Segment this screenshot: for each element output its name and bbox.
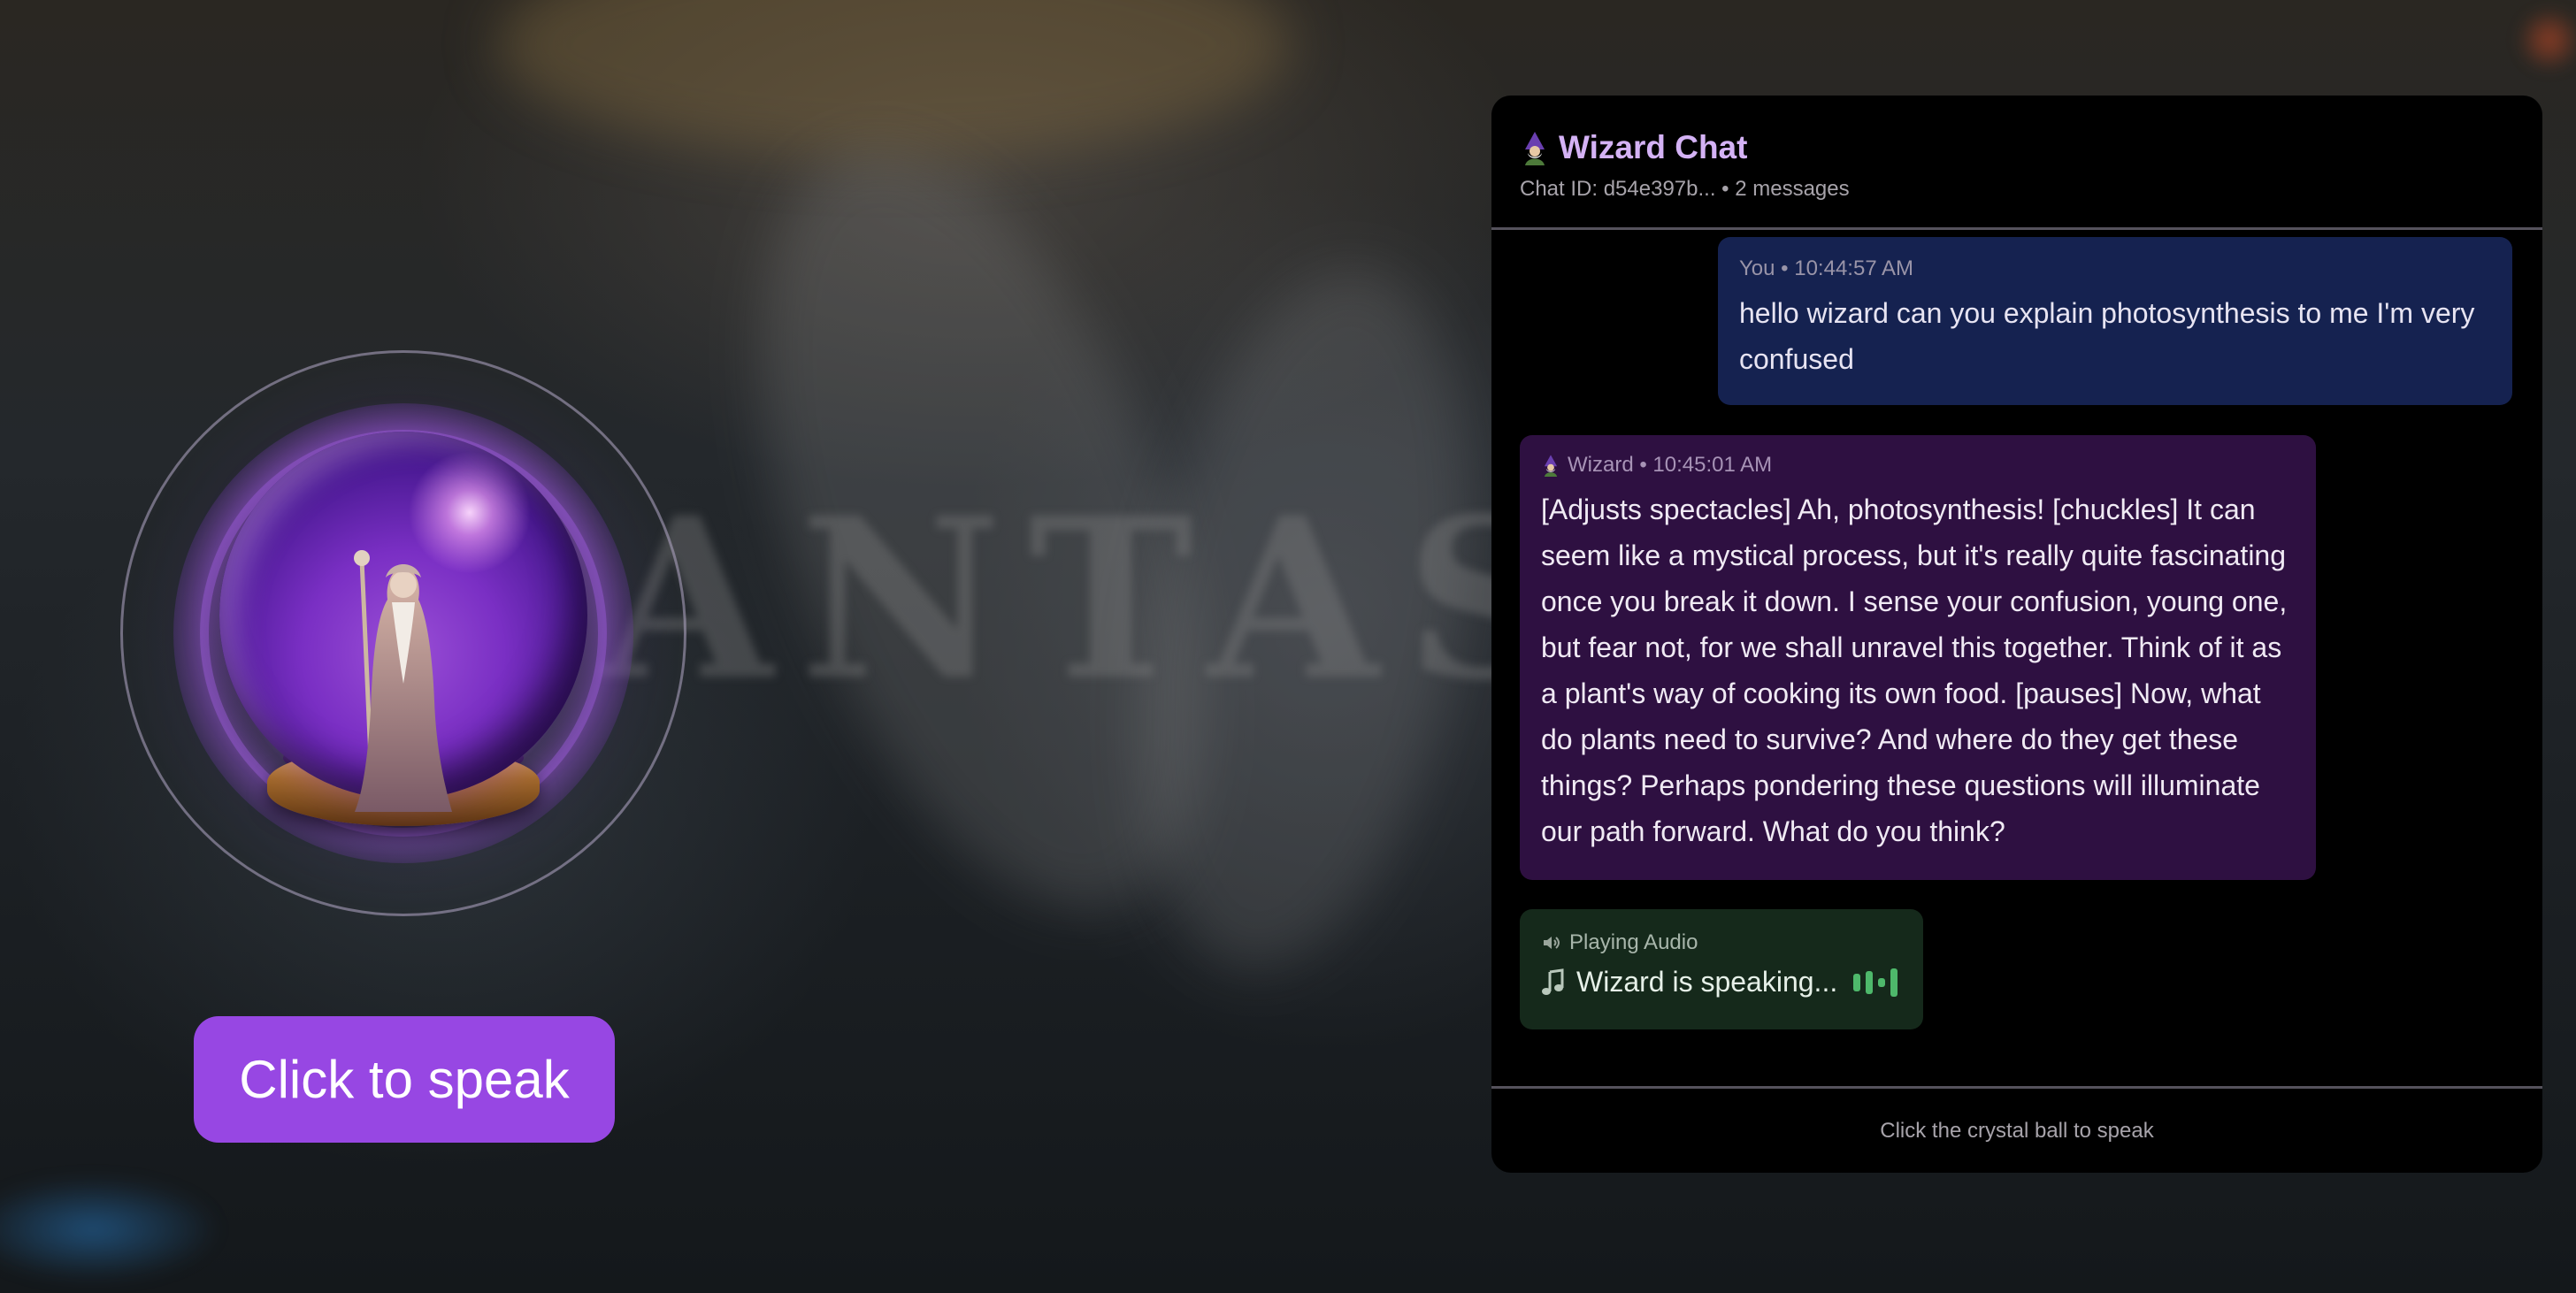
message-sender-time: You • 10:44:57 AM — [1739, 256, 1914, 280]
orb-globe — [219, 432, 587, 812]
wizard-icon — [1544, 455, 1558, 477]
audio-status-label: Playing Audio — [1569, 930, 1698, 954]
music-note-icon — [1542, 968, 1564, 995]
chat-title: Wizard Chat — [1559, 129, 1748, 165]
audio-status-line: Wizard is speaking... — [1541, 966, 1902, 998]
wizard-icon — [1525, 132, 1545, 165]
audio-status: Playing Audio Wizard is speaking... — [1520, 909, 1923, 1029]
chat-panel: Wizard Chat Chat ID: d54e397b... • 2 mes… — [1491, 96, 2542, 1173]
background-orange-glow — [2514, 9, 2576, 71]
chat-footer-hint: Click the crystal ball to speak — [1491, 1086, 2542, 1173]
background-title-text: ANTAS — [602, 469, 1592, 729]
message-list[interactable]: You • 10:44:57 AM hello wizard can you e… — [1491, 230, 2542, 1173]
wizard-message: Wizard • 10:45:01 AM [Adjusts spectacles… — [1520, 435, 2316, 880]
message-sender-time: Wizard • 10:45:01 AM — [1568, 453, 1773, 477]
crystal-ball[interactable] — [120, 350, 686, 916]
chat-id-line: Chat ID: d54e397b... • 2 messages — [1520, 177, 1850, 201]
background-glow — [495, 0, 1292, 159]
audio-equalizer-icon — [1853, 968, 1898, 997]
chat-title-row: Wizard Chat — [1520, 129, 1747, 166]
app-stage: ANTAS Click to speak Wizard Chat Chat ID… — [0, 0, 2576, 1293]
message-text: [Adjusts spectacles] Ah, photosynthesis!… — [1541, 493, 2288, 847]
audio-status-text: Wizard is speaking... — [1576, 966, 1838, 998]
background-blue-button-blur — [0, 1176, 221, 1282]
speaker-icon — [1544, 937, 1560, 949]
user-message: You • 10:44:57 AM hello wizard can you e… — [1718, 237, 2512, 405]
click-to-speak-button[interactable]: Click to speak — [194, 1016, 615, 1143]
audio-status-header: Playing Audio — [1541, 930, 1902, 955]
message-text: hello wizard can you explain photosynthe… — [1739, 297, 2475, 375]
message-header: You • 10:44:57 AM — [1739, 256, 2491, 281]
message-header: Wizard • 10:45:01 AM — [1541, 453, 2295, 478]
wizard-figure-icon — [354, 550, 452, 812]
chat-header: Wizard Chat Chat ID: d54e397b... • 2 mes… — [1491, 96, 2542, 230]
